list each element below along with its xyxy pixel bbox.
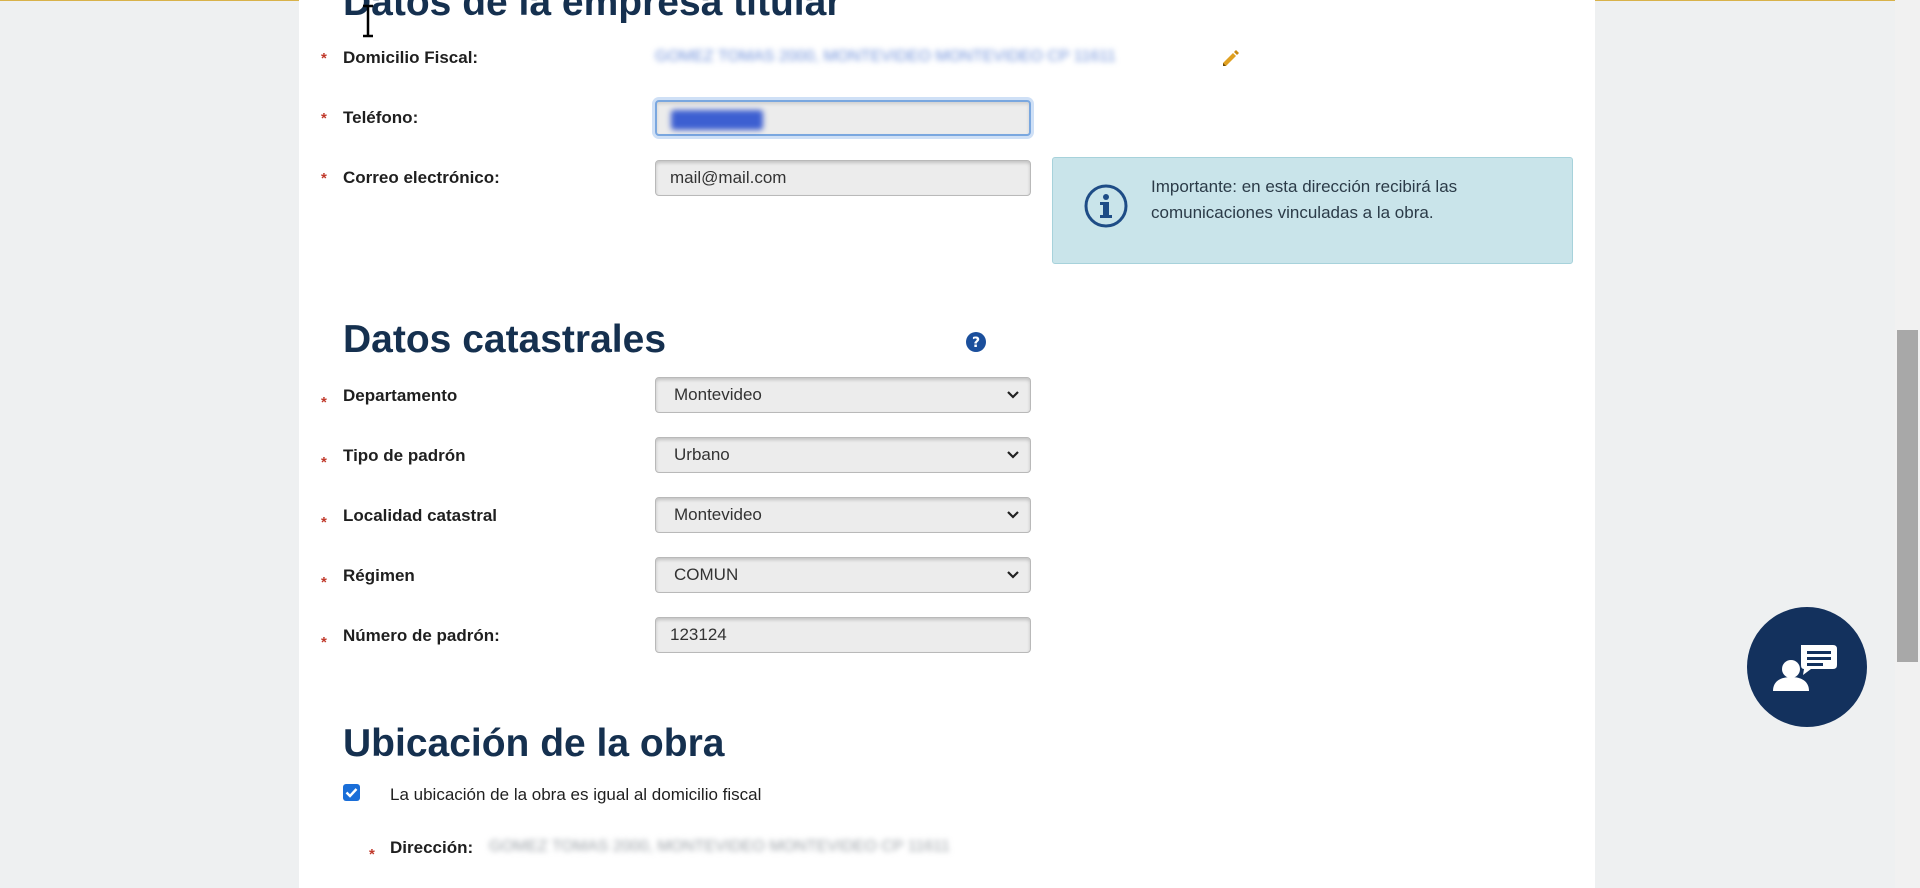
section-title-catastrales: Datos catastrales (343, 318, 667, 361)
telefono-label: Teléfono: (343, 108, 419, 127)
departamento-select[interactable]: Montevideo (655, 377, 1031, 413)
direccion-value: GOMEZ TOMAS 2000, MONTEVIDEO MONTEVIDEO … (489, 838, 950, 855)
localidad-select[interactable]: Montevideo (655, 497, 1031, 533)
required-marker: * (321, 110, 327, 127)
required-marker: * (321, 514, 327, 531)
required-marker: * (321, 50, 327, 67)
section-title-empresa: Datos de la empresa titular (343, 0, 842, 24)
regimen-label: Régimen (343, 566, 415, 585)
chevron-down-icon (1007, 511, 1019, 519)
telefono-redacted-value (671, 110, 763, 130)
same-location-checkbox[interactable] (343, 784, 360, 801)
domicilio-fiscal-label: Domicilio Fiscal: (343, 48, 479, 67)
info-alert-text: Importante: en esta dirección recibirá l… (1151, 177, 1458, 222)
svg-text:?: ? (972, 335, 980, 351)
numero-padron-label: Número de padrón: (343, 626, 500, 645)
required-marker: * (321, 394, 327, 411)
tipo-padron-select[interactable]: Urbano (655, 437, 1031, 473)
regimen-select[interactable]: COMUN (655, 557, 1031, 593)
pencil-icon[interactable] (1219, 46, 1241, 68)
chevron-down-icon (1007, 571, 1019, 579)
required-marker: * (321, 574, 327, 591)
tipo-padron-label: Tipo de padrón (343, 446, 466, 465)
correo-label: Correo electrónico: (343, 168, 500, 187)
required-marker: * (321, 454, 327, 471)
regimen-value: COMUN (674, 565, 739, 584)
chevron-down-icon (1007, 451, 1019, 459)
question-icon[interactable]: ? (965, 331, 987, 353)
section-title-ubicacion: Ubicación de la obra (343, 722, 725, 765)
form-card: Datos de la empresa titular * Domicilio … (299, 0, 1595, 888)
localidad-label: Localidad catastral (343, 506, 498, 525)
required-marker: * (321, 170, 327, 187)
domicilio-fiscal-link[interactable]: GOMEZ TOMAS 2000, MONTEVIDEO MONTEVIDEO … (655, 48, 1116, 66)
info-alert: Importante: en esta dirección recibirá l… (1052, 157, 1573, 264)
telefono-input[interactable] (655, 100, 1031, 136)
scrollbar-thumb[interactable] (1897, 330, 1918, 662)
tipo-padron-value: Urbano (674, 445, 730, 464)
numero-padron-input[interactable]: 123124 (655, 617, 1031, 653)
chat-support-icon (1773, 645, 1837, 691)
text-cursor-icon (363, 4, 373, 38)
departamento-value: Montevideo (674, 385, 762, 404)
correo-value: mail@mail.com (670, 168, 787, 187)
chevron-down-icon (1007, 391, 1019, 399)
chat-support-button[interactable] (1747, 607, 1867, 727)
same-location-label[interactable]: La ubicación de la obra es igual al domi… (390, 785, 761, 805)
checkmark-icon (345, 788, 358, 798)
departamento-label: Departamento (343, 386, 458, 405)
correo-input[interactable]: mail@mail.com (655, 160, 1031, 196)
direccion-label: Dirección: (390, 838, 474, 857)
required-marker: * (321, 634, 327, 651)
localidad-value: Montevideo (674, 505, 762, 524)
required-marker: * (369, 846, 375, 863)
info-icon (1084, 184, 1128, 228)
numero-padron-value: 123124 (670, 625, 727, 644)
